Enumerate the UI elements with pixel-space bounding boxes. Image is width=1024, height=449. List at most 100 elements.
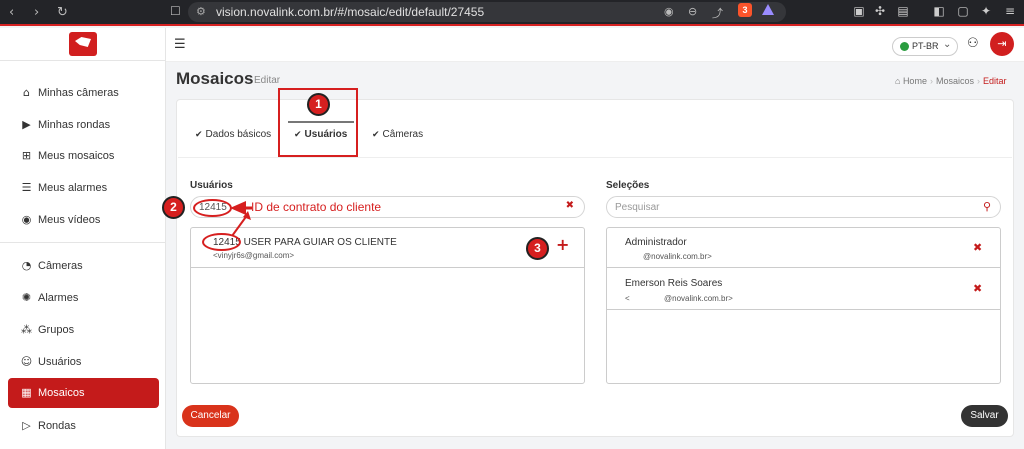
selected-user-name: Administrador <box>625 237 687 248</box>
breadcrumb-home-icon: ⌂ <box>895 76 903 86</box>
page-title: Mosaicos <box>176 69 254 88</box>
annotation-text: ID de contrato do cliente <box>251 200 382 214</box>
annotation-badge-1: 1 <box>307 93 330 116</box>
alarm-icon: ☰ <box>21 181 32 194</box>
selected-user-email: @novalink.com.br> <box>643 252 712 261</box>
home-icon: ⌂ <box>23 86 30 99</box>
sidebar-divider <box>0 242 166 243</box>
groups-icon: ⁂ <box>21 323 32 336</box>
cancel-button[interactable]: Cancelar <box>182 405 239 427</box>
sidebar-item-minhas-cameras[interactable]: ⌂ Minhas câmeras <box>8 78 159 108</box>
location-icon[interactable]: ◉ <box>664 5 674 18</box>
forward-icon[interactable]: › <box>34 5 39 20</box>
sidebar-item-rondas[interactable]: ▷ Rondas <box>8 411 159 441</box>
extension-icon[interactable]: ▣ <box>852 4 866 18</box>
annotation-badge-2: 2 <box>162 196 185 219</box>
sidebar: ⌂ Minhas câmeras ▶ Minhas rondas ⊞ Meus … <box>0 28 166 449</box>
list-item: Administrador @novalink.com.br> ✖ <box>607 228 1000 268</box>
play-square-icon: ▶ <box>22 118 31 131</box>
selections-search-input[interactable]: Pesquisar ⚲ <box>606 196 1001 218</box>
sidebar-divider <box>0 60 166 61</box>
bookmark-icon[interactable]: ☐ <box>170 4 181 18</box>
user-email: <vinyjr6s@gmail.com> <box>213 251 295 260</box>
site-settings-icon[interactable]: ⚙ <box>196 5 206 18</box>
sidebar-item-cameras[interactable]: ◔ Câmeras <box>8 251 159 281</box>
page-subtitle: Editar <box>254 75 281 86</box>
zoom-icon[interactable]: ⊖ <box>688 5 697 18</box>
brave-shields-icon[interactable]: 3 <box>738 3 752 17</box>
sidebar-item-usuarios[interactable]: ☺ Usuários <box>8 347 159 377</box>
reload-icon[interactable]: ↻ <box>57 5 68 20</box>
remove-user-icon[interactable]: ✖ <box>973 282 982 295</box>
check-icon: ✔ <box>195 130 203 140</box>
annotation-badge-3: 3 <box>526 237 549 260</box>
breadcrumb: ⌂ Home › Mosaicos › Editar <box>895 76 1007 86</box>
hamburger-menu-icon[interactable]: ☰ <box>174 37 186 52</box>
menu-icon[interactable]: ≡ <box>1003 4 1017 18</box>
sidebar-item-meus-videos[interactable]: ◉ Meus vídeos <box>8 205 159 235</box>
users-icon: ☺ <box>20 355 33 368</box>
selections-section-label: Seleções <box>606 180 650 191</box>
sidebar-item-label: Alarmes <box>38 292 79 304</box>
logout-button[interactable]: ⇥ <box>990 32 1014 56</box>
breadcrumb-section[interactable]: Mosaicos <box>936 76 974 86</box>
user-profile-icon[interactable]: ⚇ <box>967 36 979 51</box>
sidebar-item-label: Minhas rondas <box>38 119 111 131</box>
remove-user-icon[interactable]: ✖ <box>973 241 982 254</box>
address-bar[interactable]: ⚙ vision.novalink.com.br/#/mosaic/edit/d… <box>188 2 786 22</box>
sidebar-item-label: Mosaicos <box>38 387 85 399</box>
annotation-ellipse <box>193 199 232 217</box>
leo-icon[interactable]: ✦ <box>979 4 993 18</box>
save-button[interactable]: Salvar <box>961 405 1008 427</box>
browser-toolbar: ‹ › ↻ ☐ ⚙ vision.novalink.com.br/#/mosai… <box>0 0 1024 26</box>
puzzle-icon[interactable]: ✣ <box>873 4 887 18</box>
sidebar-item-label: Grupos <box>38 324 75 336</box>
arrow-head <box>230 201 246 215</box>
screenshot-icon[interactable]: ▤ <box>896 4 910 18</box>
share-icon[interactable]: ⤴ <box>712 5 723 21</box>
brand-logo[interactable] <box>69 32 97 56</box>
language-label: PT-BR <box>912 41 939 51</box>
sidebar-toggle-icon[interactable]: ◧ <box>932 4 946 18</box>
brazil-flag-icon <box>900 42 909 51</box>
search-placeholder[interactable]: Pesquisar <box>615 202 659 213</box>
sidebar-item-label: Minhas câmeras <box>38 87 119 99</box>
selected-user-email: @novalink.com.br> <box>664 294 733 303</box>
selected-users-list: Administrador @novalink.com.br> ✖ Emerso… <box>606 227 1001 384</box>
search-icon[interactable]: ⚲ <box>983 200 991 213</box>
brave-rewards-icon[interactable] <box>762 4 774 15</box>
sidebar-item-mosaicos[interactable]: ▦ Mosaicos <box>8 378 159 408</box>
sidebar-item-meus-alarmes[interactable]: ☰ Meus alarmes <box>8 173 159 203</box>
sidebar-item-grupos[interactable]: ⁂ Grupos <box>8 315 159 345</box>
chevron-down-icon: ⌄ <box>943 39 952 50</box>
sidebar-item-label: Meus alarmes <box>38 182 108 194</box>
back-icon[interactable]: ‹ <box>9 5 14 20</box>
breadcrumb-current: Editar <box>982 76 1007 86</box>
play-circle-icon: ◉ <box>21 213 32 226</box>
siren-icon: ✺ <box>21 291 32 304</box>
camera-icon: ◔ <box>21 259 32 272</box>
sidebar-item-label: Rondas <box>38 420 76 432</box>
selected-user-email-prefix: < <box>625 294 630 303</box>
tab-dados-basicos[interactable]: ✔ Dados básicos <box>195 129 271 140</box>
wallet-icon[interactable]: ▢ <box>956 4 970 18</box>
check-icon: ✔ <box>372 130 380 140</box>
language-selector[interactable]: PT-BR ⌄ <box>892 37 958 56</box>
sidebar-item-label: Meus mosaicos <box>38 150 115 162</box>
mosaic-icon: ▦ <box>21 386 32 399</box>
sidebar-item-alarmes[interactable]: ✺ Alarmes <box>8 283 159 313</box>
address-url[interactable]: vision.novalink.com.br/#/mosaic/edit/def… <box>216 5 484 19</box>
sidebar-item-label: Câmeras <box>38 260 83 272</box>
tab-cameras[interactable]: ✔ Câmeras <box>372 129 423 140</box>
clear-search-icon[interactable]: ✖ <box>566 200 574 211</box>
list-item: Emerson Reis Soares < @novalink.com.br> … <box>607 268 1000 310</box>
grid-icon: ⊞ <box>21 149 32 162</box>
add-user-icon[interactable]: + <box>556 235 569 254</box>
breadcrumb-home[interactable]: Home <box>903 76 927 86</box>
sidebar-item-minhas-rondas[interactable]: ▶ Minhas rondas <box>8 110 159 140</box>
rounds-icon: ▷ <box>22 419 31 432</box>
sidebar-item-label: Meus vídeos <box>38 214 101 226</box>
sidebar-item-meus-mosaicos[interactable]: ⊞ Meus mosaicos <box>8 141 159 171</box>
sidebar-item-label: Usuários <box>38 356 82 368</box>
selected-user-name: Emerson Reis Soares <box>625 278 723 289</box>
